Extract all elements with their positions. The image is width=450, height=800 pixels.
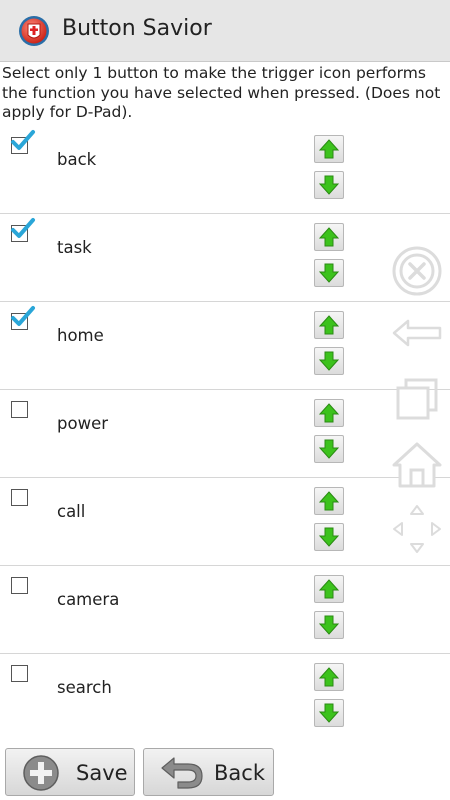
home-icon[interactable]	[390, 438, 444, 492]
checkbox-camera[interactable]	[11, 577, 28, 594]
move-down-button[interactable]	[314, 171, 344, 199]
button-row-search: search	[0, 654, 450, 742]
dpad-icon[interactable]	[390, 502, 444, 556]
add-icon	[23, 755, 59, 791]
arrow-up-icon	[319, 139, 339, 159]
move-up-button[interactable]	[314, 487, 344, 515]
arrow-up-icon	[319, 491, 339, 511]
checkmark-icon	[11, 130, 35, 150]
move-down-button[interactable]	[314, 611, 344, 639]
button-row-camera: camera	[0, 566, 450, 654]
move-up-button[interactable]	[314, 399, 344, 427]
checkmark-icon	[11, 218, 35, 238]
save-button-label: Save	[76, 761, 128, 785]
arrow-down-icon	[319, 263, 339, 283]
app-icon	[19, 16, 49, 46]
move-down-button[interactable]	[314, 435, 344, 463]
arrow-down-icon	[319, 439, 339, 459]
arrow-up-icon	[319, 579, 339, 599]
arrow-down-icon	[319, 703, 339, 723]
move-down-button[interactable]	[314, 523, 344, 551]
button-label: search	[57, 678, 112, 697]
checkbox-task[interactable]	[11, 218, 35, 242]
move-up-button[interactable]	[314, 663, 344, 691]
back-button[interactable]: Back	[143, 748, 274, 796]
arrow-up-icon	[319, 315, 339, 335]
checkbox-home[interactable]	[11, 306, 35, 330]
button-label: task	[57, 238, 92, 257]
close-circle-icon[interactable]	[390, 244, 444, 298]
undo-arrow-icon	[161, 757, 203, 789]
move-down-button[interactable]	[314, 347, 344, 375]
arrow-up-icon	[319, 667, 339, 687]
button-row-power: power	[0, 390, 450, 478]
move-up-button[interactable]	[314, 575, 344, 603]
checkmark-icon	[11, 306, 35, 326]
button-row-call: call	[0, 478, 450, 566]
arrow-up-icon	[319, 403, 339, 423]
move-down-button[interactable]	[314, 259, 344, 287]
move-down-button[interactable]	[314, 699, 344, 727]
button-row-back: back	[0, 126, 450, 214]
back-button-label: Back	[214, 761, 265, 785]
app-bar: Button Savior	[0, 0, 450, 62]
button-row-home: home	[0, 302, 450, 390]
button-label: home	[57, 326, 104, 345]
arrow-down-icon	[319, 615, 339, 635]
arrow-down-icon	[319, 527, 339, 547]
bottom-action-bar: Save Back	[0, 741, 450, 800]
arrow-down-icon	[319, 175, 339, 195]
button-label: camera	[57, 590, 120, 609]
button-label: back	[57, 150, 97, 169]
move-up-button[interactable]	[314, 135, 344, 163]
app-title: Button Savior	[62, 16, 212, 41]
arrow-up-icon	[319, 227, 339, 247]
checkbox-back[interactable]	[11, 130, 35, 154]
button-label: power	[57, 414, 108, 433]
arrow-down-icon	[319, 351, 339, 371]
button-row-task: task	[0, 214, 450, 302]
back-arrow-icon[interactable]	[390, 306, 444, 360]
checkbox-call[interactable]	[11, 489, 28, 506]
checkbox-power[interactable]	[11, 401, 28, 418]
save-button[interactable]: Save	[5, 748, 135, 796]
move-up-button[interactable]	[314, 223, 344, 251]
instructions-text: Select only 1 button to make the trigger…	[2, 64, 441, 121]
move-up-button[interactable]	[314, 311, 344, 339]
task-windows-icon[interactable]	[390, 372, 444, 426]
checkbox-search[interactable]	[11, 665, 28, 682]
button-label: call	[57, 502, 86, 521]
